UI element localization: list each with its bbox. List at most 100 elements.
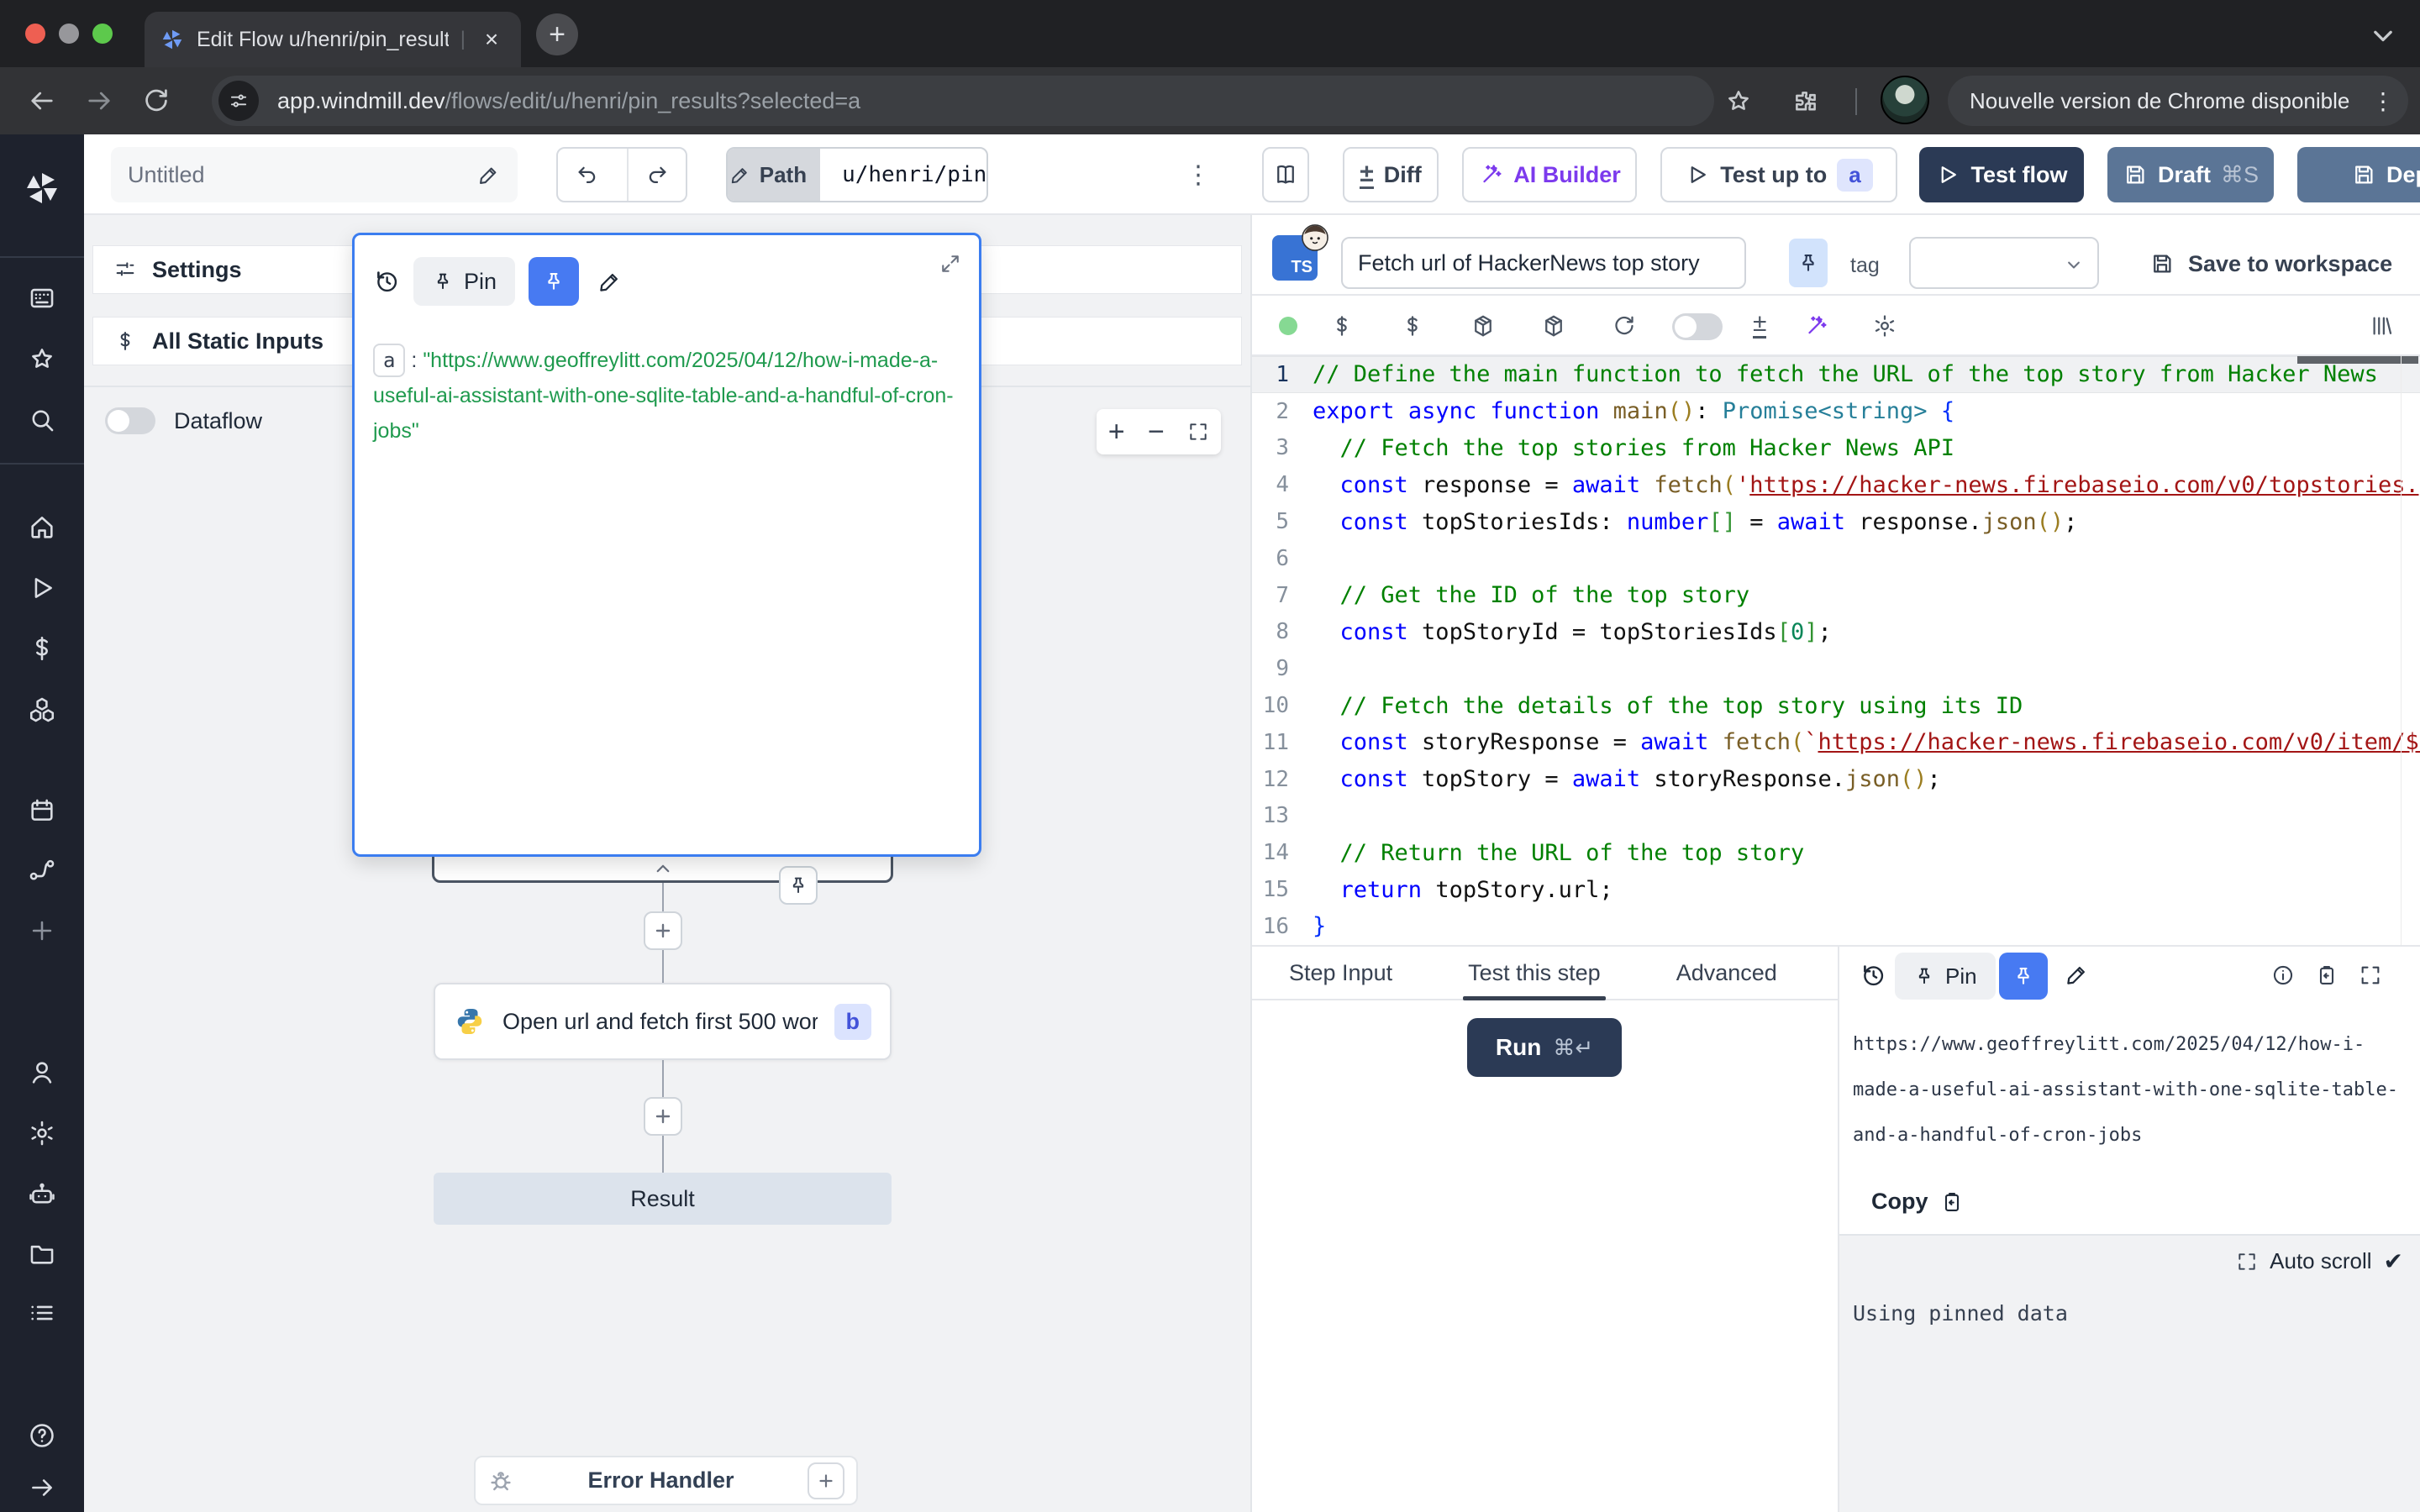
flow-name-input[interactable]: Untitled — [111, 147, 518, 202]
tab-test-this-step[interactable]: Test this step — [1468, 947, 1601, 999]
sidebar-item-search[interactable] — [28, 406, 56, 434]
code-line[interactable]: 3 // Fetch the top stories from Hacker N… — [1252, 430, 2420, 467]
error-handler-node[interactable]: Error Handler — [474, 1456, 858, 1505]
undo-button[interactable] — [558, 149, 617, 201]
code-line[interactable]: 4 const response = await fetch('https://… — [1252, 466, 2420, 503]
pin-active-button[interactable] — [1999, 953, 2048, 1000]
info-icon[interactable] — [2271, 963, 2295, 987]
sidebar-item-triggers[interactable] — [28, 856, 56, 885]
resources-dollar-icon[interactable] — [1400, 313, 1425, 339]
reload-icon[interactable] — [141, 86, 171, 116]
site-settings-icon[interactable] — [218, 81, 259, 121]
edit-pencil-icon[interactable] — [597, 269, 623, 294]
fit-view-icon[interactable] — [1187, 421, 1209, 443]
fullscreen-icon[interactable] — [2359, 963, 2382, 987]
path-button[interactable]: Path u/henri/pin — [726, 147, 988, 202]
bookmark-star-icon[interactable] — [1724, 87, 1753, 116]
package-icon[interactable] — [1541, 313, 1566, 339]
flow-node-result[interactable]: Result — [434, 1173, 892, 1225]
code-line[interactable]: 1// Define the main function to fetch th… — [1252, 356, 2420, 393]
node-pin-button[interactable] — [779, 866, 818, 905]
library-icon[interactable] — [2370, 313, 2395, 339]
chrome-update-button[interactable]: Nouvelle version de Chrome disponible ⋮ — [1948, 76, 2408, 126]
new-tab-button[interactable]: + — [536, 13, 578, 55]
sidebar-item-user[interactable] — [28, 1058, 56, 1087]
sidebar-item-apps[interactable] — [28, 284, 56, 312]
sidebar-item-collapse[interactable] — [28, 1473, 56, 1502]
package-icon[interactable] — [1470, 313, 1496, 339]
clipboard-icon[interactable] — [2315, 963, 2338, 987]
extensions-icon[interactable] — [1791, 87, 1820, 116]
sidebar-item-favorites[interactable] — [28, 345, 56, 374]
variables-icon[interactable] — [1329, 313, 1355, 339]
sidebar-item-workers[interactable] — [28, 1180, 56, 1209]
sidebar-item-resources[interactable] — [28, 696, 56, 724]
diff-button[interactable]: ±Diff — [1343, 147, 1439, 202]
code-line[interactable]: 13 — [1252, 798, 2420, 835]
sidebar-item-help[interactable] — [28, 1421, 56, 1450]
add-error-handler-button[interactable] — [808, 1462, 844, 1499]
code-line[interactable]: 5 const topStoriesIds: number[] = await … — [1252, 503, 2420, 540]
code-line[interactable]: 16} — [1252, 908, 2420, 945]
reset-icon[interactable] — [1612, 313, 1637, 339]
more-options-icon[interactable]: ⋮ — [1181, 147, 1215, 202]
sidebar-item-logs[interactable] — [28, 1299, 56, 1327]
code-line[interactable]: 2export async function main(): Promise<s… — [1252, 393, 2420, 430]
expand-icon[interactable] — [939, 252, 962, 276]
zoom-out-icon[interactable]: − — [1148, 416, 1165, 449]
docs-button[interactable] — [1262, 147, 1309, 202]
ai-wand-icon[interactable] — [1803, 313, 1828, 339]
tab-advanced[interactable]: Advanced — [1676, 947, 1777, 999]
code-line[interactable]: 7 // Get the ID of the top story — [1252, 577, 2420, 614]
draft-button[interactable]: Draft⌘S — [2107, 147, 2274, 202]
tab-close-icon[interactable]: × — [477, 25, 506, 54]
add-step-button[interactable] — [644, 911, 682, 950]
code-line[interactable]: 14 // Return the URL of the top story — [1252, 834, 2420, 871]
sidebar-item-variables[interactable] — [28, 634, 56, 663]
edit-name-pencil-icon[interactable] — [477, 163, 501, 186]
back-icon[interactable] — [27, 86, 57, 116]
run-button[interactable]: Run ⌘↵ — [1467, 1018, 1622, 1077]
window-close-button[interactable] — [25, 24, 45, 44]
forward-icon[interactable] — [84, 86, 114, 116]
code-line[interactable]: 8 const topStoryId = topStoriesIds[0]; — [1252, 614, 2420, 651]
step-pin-button[interactable] — [1789, 239, 1828, 287]
copy-button[interactable]: Copy — [1871, 1189, 1964, 1215]
save-to-workspace-button[interactable]: Save to workspace — [2149, 240, 2392, 287]
sidebar-item-schedules[interactable] — [28, 796, 56, 825]
editor-toggle[interactable] — [1672, 313, 1723, 340]
flow-node-b[interactable]: Open url and fetch first 500 words of ..… — [434, 983, 892, 1060]
code-line[interactable]: 6 — [1252, 540, 2420, 577]
windmill-logo[interactable] — [22, 168, 62, 208]
browser-menu-icon[interactable]: ⋮ — [2371, 87, 2395, 115]
sidebar-item-settings[interactable] — [28, 1119, 56, 1147]
window-minimize-button[interactable] — [59, 24, 79, 44]
pin-button[interactable]: Pin — [413, 257, 515, 306]
auto-scroll-control[interactable]: Auto scroll ✔ — [2236, 1247, 2403, 1275]
sidebar-item-home[interactable] — [28, 513, 56, 542]
window-zoom-button[interactable] — [92, 24, 113, 44]
add-step-button[interactable] — [644, 1097, 682, 1136]
code-line[interactable]: 9 — [1252, 650, 2420, 687]
redo-button[interactable] — [627, 149, 686, 201]
dataflow-toggle[interactable] — [105, 407, 155, 434]
ai-builder-button[interactable]: AI Builder — [1462, 147, 1637, 202]
code-line[interactable]: 10 // Fetch the details of the top story… — [1252, 687, 2420, 724]
zoom-in-icon[interactable]: + — [1108, 416, 1125, 449]
collapse-chevron-icon[interactable] — [650, 856, 676, 881]
pin-active-button[interactable] — [529, 257, 579, 306]
edit-pencil-icon[interactable] — [2065, 962, 2090, 987]
tab-search-chevron-icon[interactable] — [2365, 17, 2402, 54]
browser-tab[interactable]: Edit Flow u/henri/pin_results | × — [145, 12, 521, 67]
history-icon[interactable] — [373, 268, 400, 295]
profile-avatar[interactable] — [1881, 76, 1929, 124]
history-icon[interactable] — [1860, 962, 1886, 989]
code-line[interactable]: 15 return topStory.url; — [1252, 871, 2420, 908]
omnibox[interactable]: app.windmill.dev/flows/edit/u/henri/pin_… — [212, 76, 1714, 126]
gear-icon[interactable] — [1872, 313, 1897, 339]
tag-select[interactable] — [1909, 237, 2099, 289]
pin-button[interactable]: Pin — [1895, 953, 1996, 1000]
step-title-input[interactable] — [1341, 237, 1746, 289]
sidebar-item-folders[interactable] — [28, 1239, 56, 1268]
sidebar-item-runs[interactable] — [28, 574, 56, 602]
